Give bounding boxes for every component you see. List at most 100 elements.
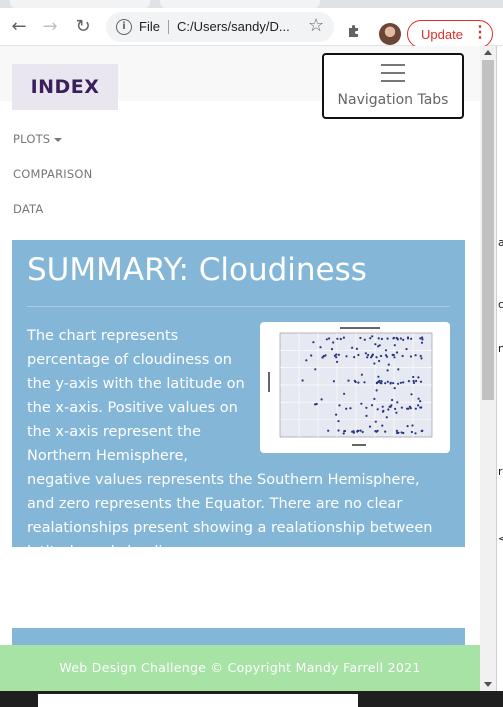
background-window-text: n — [498, 342, 503, 355]
thumbnail-mark — [386, 337, 389, 340]
thumbnail-mark — [310, 354, 313, 357]
scrollbar-thumb[interactable] — [482, 60, 494, 400]
thumbnail-mark — [393, 356, 396, 359]
update-button[interactable]: Update ⋮ — [407, 20, 493, 48]
thumbnail-mark — [412, 381, 416, 384]
thumbnail-mark — [382, 409, 385, 412]
thumbnail-mark — [394, 407, 397, 410]
thumbnail-mark — [387, 363, 390, 366]
thumbnail-mark — [336, 360, 339, 363]
background-window-text: < — [498, 532, 503, 545]
menu-item-plots[interactable]: PLOTS — [13, 132, 63, 146]
back-arrow-icon[interactable]: ← — [8, 16, 30, 38]
menu-item-plots-label: PLOTS — [13, 132, 51, 146]
thumbnail-mark — [312, 341, 315, 344]
summary-panel: SUMMARY: Cloudiness The chart represents… — [12, 240, 465, 560]
thumbnail-mark — [396, 401, 399, 404]
thumbnail-mark — [360, 373, 363, 376]
thumbnail-mark — [367, 353, 370, 357]
browser-tab[interactable] — [10, 0, 150, 8]
thumbnail-mark — [415, 379, 418, 383]
thumbnail-mark — [375, 389, 378, 392]
thumbnail-mark — [349, 407, 352, 410]
thumbnail-mark — [378, 344, 381, 347]
vertical-scrollbar[interactable] — [480, 46, 496, 691]
thumbnail-mark — [353, 379, 356, 382]
info-icon[interactable]: i — [116, 19, 132, 35]
thumbnail-mark — [417, 376, 420, 379]
thumbnail-mark — [414, 407, 417, 410]
thumbnail-mark — [384, 349, 388, 352]
thumbnail-mark — [365, 406, 368, 409]
thumbnail-mark — [401, 354, 404, 358]
background-window-text: re — [498, 465, 503, 478]
thumbnail-mark — [377, 337, 380, 340]
cloudiness-chart-thumbnail[interactable] — [260, 322, 450, 453]
thumbnail-mark — [391, 398, 394, 402]
thumbnail-mark — [386, 369, 389, 372]
brand-link[interactable]: INDEX — [12, 64, 118, 110]
menu-item-data[interactable]: DATA — [13, 202, 43, 216]
taskbar-search-box[interactable] — [38, 694, 358, 707]
thumbnail-mark — [421, 336, 424, 339]
browser-toolbar: ← → ↻ i File C:/Users/sandy/D... ☆ Updat… — [0, 8, 503, 48]
thumbnail-mark — [400, 406, 403, 409]
thumbnail-mark — [343, 430, 346, 433]
address-bar[interactable]: i File C:/Users/sandy/D... ☆ — [106, 12, 334, 42]
navigation-toggle-button[interactable]: Navigation Tabs — [322, 53, 464, 119]
address-url[interactable]: C:/Users/sandy/D... — [177, 19, 290, 34]
page-viewport: INDEX Navigation Tabs PLOTS COMPARISON D… — [0, 46, 480, 691]
thumbnail-mark — [412, 375, 415, 379]
thumbnail-mark — [419, 406, 422, 409]
thumbnail-mark — [368, 425, 372, 428]
thumbnail-mark — [342, 336, 345, 339]
thumbnail-mark — [345, 355, 348, 358]
thumbnail-mark — [396, 338, 399, 341]
thumbnail-mark — [375, 381, 378, 384]
kebab-menu-icon[interactable]: ⋮ — [472, 23, 488, 43]
thumbnail-mark — [378, 379, 381, 382]
bookmark-star-icon[interactable]: ☆ — [308, 15, 324, 36]
thumbnail-mark — [388, 405, 391, 408]
thumbnail-mark — [322, 355, 325, 358]
thumbnail-mark — [376, 429, 379, 432]
scroll-down-arrow-icon[interactable] — [484, 682, 492, 687]
browser-tab[interactable] — [160, 0, 320, 8]
thumbnail-mark — [392, 353, 395, 357]
thumbnail-mark — [301, 379, 304, 382]
thumbnail-mark — [357, 381, 360, 384]
menu-item-comparison[interactable]: COMPARISON — [13, 167, 92, 181]
thumbnail-mark — [381, 405, 384, 408]
thumbnail-mark — [359, 429, 362, 432]
summary-title: SUMMARY: Cloudiness — [27, 252, 367, 288]
thumbnail-mark — [332, 380, 335, 383]
thumbnail-mark — [417, 404, 420, 407]
profile-avatar[interactable] — [379, 23, 401, 45]
thumbnail-mark — [402, 431, 405, 435]
scroll-up-arrow-icon[interactable] — [484, 50, 492, 55]
forward-arrow-icon[interactable]: → — [39, 16, 61, 38]
thumbnail-mark — [397, 431, 400, 434]
thumbnail-mark — [339, 337, 342, 341]
thumbnail-mark — [392, 337, 395, 340]
thumbnail-mark — [325, 338, 328, 341]
summary-text-block: The chart represents percentage of cloud… — [27, 322, 450, 564]
os-taskbar — [0, 691, 503, 707]
extensions-puzzle-icon[interactable] — [347, 24, 361, 38]
thumbnail-mark — [412, 379, 415, 383]
reload-icon[interactable]: ↻ — [72, 16, 94, 38]
thumbnail-mark — [373, 397, 376, 400]
address-scheme: File — [139, 19, 160, 34]
thumbnail-mark — [417, 397, 420, 400]
thumbnail-mark — [406, 425, 409, 428]
thumbnail-mark — [390, 404, 393, 407]
thumbnail-mark — [397, 368, 400, 371]
thumbnail-mark — [395, 351, 399, 354]
thumbnail-mark — [380, 382, 383, 385]
thumbnail-mark — [405, 348, 408, 351]
thumbnail-mark — [392, 382, 395, 385]
thumbnail-mark — [336, 337, 339, 340]
thumbnail-mark — [419, 400, 422, 403]
thumbnail-mark — [410, 430, 413, 434]
thumbnail-mark — [363, 381, 366, 384]
